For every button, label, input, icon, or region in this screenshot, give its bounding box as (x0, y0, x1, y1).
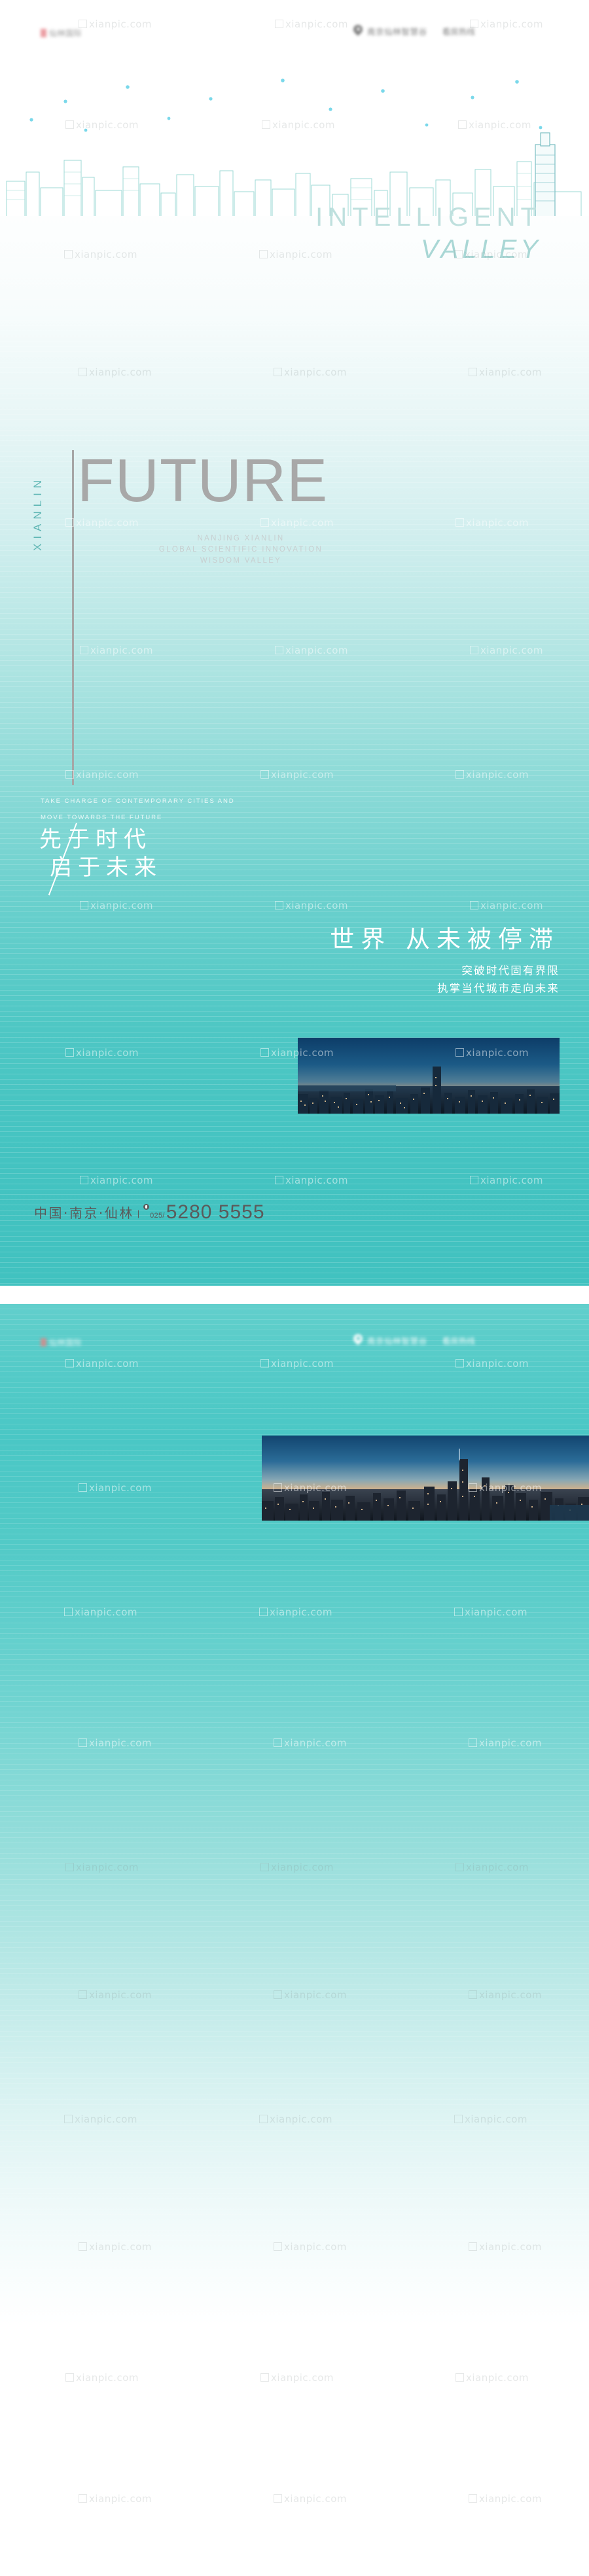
header-extra-text: 看房热线 (442, 1337, 475, 1346)
headline-one-sub-1: 突破时代固有界限 (461, 964, 560, 978)
poster-one-body (0, 216, 589, 1286)
brand-subline-1: NANJING XIANLIN (197, 535, 285, 542)
contact-one-number[interactable]: 5280 5555 (166, 1203, 265, 1222)
headline-one: 世界 从未被停滞 突破时代固有界限 执掌当代城市走向未来 (330, 926, 560, 997)
brand-subline-3: WISDOM VALLEY (200, 557, 282, 565)
slogan-en-one: TAKE CHARGE OF CONTEMPORARY CITIES AND M… (41, 793, 235, 826)
slogan-en-one-line-2: MOVE TOWARDS THE FUTURE (41, 814, 163, 821)
poster-one-header: 仙林国际 南京仙林智慧谷 看房热线 (0, 0, 589, 65)
poster-two: 仙林国际 南京仙林智慧谷 看房热线 xianpic.com xianpic.co… (0, 1286, 589, 2576)
watermark: xianpic.com (469, 2493, 542, 2505)
headline-one-sub-2: 执掌当代城市走向未来 (437, 982, 560, 995)
watermark: xianpic.com (65, 2372, 139, 2384)
contact-one-area-code: 025/ (150, 1212, 165, 1220)
photo-dusk-cityscape (298, 1038, 560, 1114)
watermark: xianpic.com (260, 2372, 334, 2384)
header-extra-text: 看房热线 (442, 27, 475, 37)
brand-logo-two[interactable]: 仙林国际 (41, 1337, 82, 1348)
watermark: xianpic.com (455, 2372, 529, 2384)
logo-text: 仙林国际 (49, 29, 82, 38)
slogan-cn-one: 先于时代 启于未来 (35, 822, 162, 896)
header-location-text: 南京仙林智慧谷 (367, 27, 427, 37)
slogan-cn-one-line-1: 先于时代 (39, 826, 152, 853)
slogan-cn-one-line-2: 启于未来 (50, 855, 162, 881)
photo-manhattan-skyline (262, 1436, 589, 1521)
brand-subline-2: GLOBAL SCIENTIFIC INNOVATION (158, 546, 323, 554)
brand-logo[interactable]: 仙林国际 (41, 27, 82, 39)
header-location-text: 南京仙林智慧谷 (367, 1337, 427, 1346)
contact-one-place: 中国·南京·仙林 (34, 1205, 134, 1221)
headline-one-main: 世界 从未被停滞 (330, 925, 560, 953)
location-pin-icon (353, 1334, 363, 1347)
hairline-texture (0, 216, 589, 1286)
header-location-group-two[interactable]: 南京仙林智慧谷 看房热线 (353, 1334, 475, 1347)
brand-vertical-rule (72, 450, 74, 785)
header-location-group[interactable]: 南京仙林智慧谷 看房热线 (353, 25, 475, 37)
brand-vertical-xianlin: XIANLIN (31, 475, 44, 551)
watermark: xianpic.com (274, 2493, 347, 2505)
logo-mark-icon (41, 29, 46, 37)
phone-icon (143, 1204, 150, 1210)
logo-mark-icon (41, 1338, 46, 1347)
watermark: xianpic.com (79, 2493, 152, 2505)
slogan-en-one-line-1: TAKE CHARGE OF CONTEMPORARY CITIES AND (41, 798, 235, 805)
line-city-illustration (0, 62, 589, 219)
logo-text: 仙林国际 (49, 1338, 82, 1347)
location-pin-icon (353, 25, 363, 37)
poster-one: 仙林国际 南京仙林智慧谷 看房热线 INTELLIGENT VALLEY XIA… (0, 0, 589, 1286)
contact-one-divider: | (137, 1209, 140, 1218)
brand-word-future: FUTURE (77, 446, 329, 514)
contact-bar-one: 中国·南京·仙林 | 025/ 5280 5555 (34, 1203, 265, 1222)
